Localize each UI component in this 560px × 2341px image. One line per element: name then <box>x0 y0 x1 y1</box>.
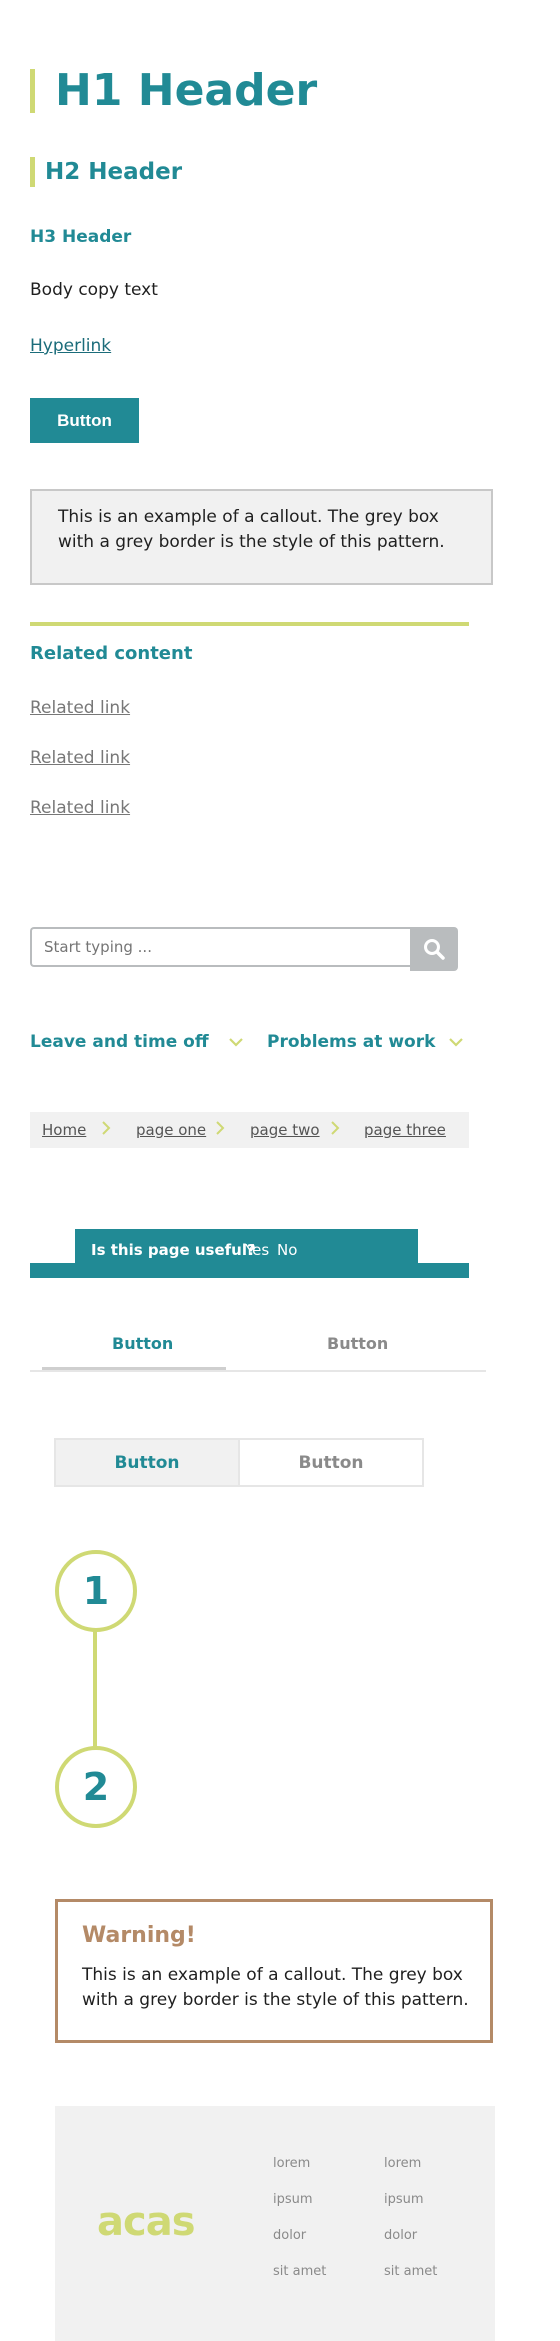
search-button[interactable] <box>410 927 458 971</box>
footer-link[interactable]: sit amet <box>384 2264 437 2280</box>
breadcrumb: Home page one page two page three <box>30 1112 469 1148</box>
segment-button-inactive[interactable]: Button <box>240 1440 422 1485</box>
feedback-yes-link[interactable]: Yes <box>245 1240 269 1260</box>
chevron-down-icon <box>228 1037 243 1047</box>
segmented-control: Button Button <box>54 1438 424 1487</box>
step-number: 1 <box>55 1550 137 1632</box>
h1-header: H1 Header <box>55 65 318 116</box>
h2-accent-bar: H2 Header <box>30 157 182 187</box>
callout: This is an example of a callout. The gre… <box>30 489 493 585</box>
step-connector <box>93 1624 97 1748</box>
related-link[interactable]: Related link <box>30 796 130 820</box>
chevron-down-icon <box>449 1037 464 1047</box>
tab-active-underline <box>42 1367 226 1370</box>
footer-link[interactable]: dolor <box>273 2228 306 2244</box>
footer: acas lorem ipsum dolor sit amet lorem ip… <box>55 2106 495 2341</box>
body-copy: Body copy text <box>30 280 158 300</box>
breadcrumb-page-three[interactable]: page three <box>364 1120 446 1140</box>
step-number: 2 <box>55 1746 137 1828</box>
footer-link[interactable]: sit amet <box>273 2264 326 2280</box>
chevron-right-icon <box>216 1121 225 1135</box>
chevron-right-icon <box>331 1121 340 1135</box>
h2-header: H2 Header <box>45 159 183 185</box>
h3-header: H3 Header <box>30 227 132 247</box>
breadcrumb-page-two[interactable]: page two <box>250 1120 320 1140</box>
related-divider <box>30 622 469 626</box>
tab-bar: Button Button <box>30 1320 486 1372</box>
warning-title: Warning! <box>82 1923 196 1948</box>
nav-dropdown-label: Problems at work <box>267 1032 436 1052</box>
feedback-bar <box>30 1263 469 1278</box>
footer-link[interactable]: lorem <box>273 2156 310 2172</box>
breadcrumb-page-one[interactable]: page one <box>136 1120 206 1140</box>
tab-inactive[interactable]: Button <box>327 1334 388 1354</box>
warning-body: This is an example of a callout. The gre… <box>82 1965 469 2010</box>
segment-button-active[interactable]: Button <box>56 1440 240 1485</box>
related-link[interactable]: Related link <box>30 746 130 770</box>
related-link[interactable]: Related link <box>30 696 130 720</box>
hyperlink[interactable]: Hyperlink <box>30 334 111 358</box>
chevron-right-icon <box>102 1121 111 1135</box>
acas-logo: acas <box>97 2199 196 2245</box>
breadcrumb-home[interactable]: Home <box>42 1120 86 1140</box>
feedback-no-link[interactable]: No <box>277 1240 297 1260</box>
h1-accent-bar: H1 Header <box>30 67 317 115</box>
feedback-question: Is this page useful? <box>91 1241 256 1259</box>
search-input[interactable] <box>30 927 410 967</box>
footer-link[interactable]: dolor <box>384 2228 417 2244</box>
nav-dropdown-label: Leave and time off <box>30 1032 209 1052</box>
tab-active[interactable]: Button <box>112 1334 173 1354</box>
footer-link[interactable]: lorem <box>384 2156 421 2172</box>
primary-button[interactable]: Button <box>30 398 139 443</box>
warning-callout: Warning! This is an example of a callout… <box>55 1899 493 2043</box>
footer-link[interactable]: ipsum <box>384 2192 424 2208</box>
nav-dropdown-problems[interactable]: Problems at work <box>267 1030 464 1054</box>
footer-link[interactable]: ipsum <box>273 2192 313 2208</box>
related-content-title: Related content <box>30 643 193 664</box>
nav-dropdown-leave[interactable]: Leave and time off <box>30 1030 243 1054</box>
search-icon <box>424 939 445 960</box>
